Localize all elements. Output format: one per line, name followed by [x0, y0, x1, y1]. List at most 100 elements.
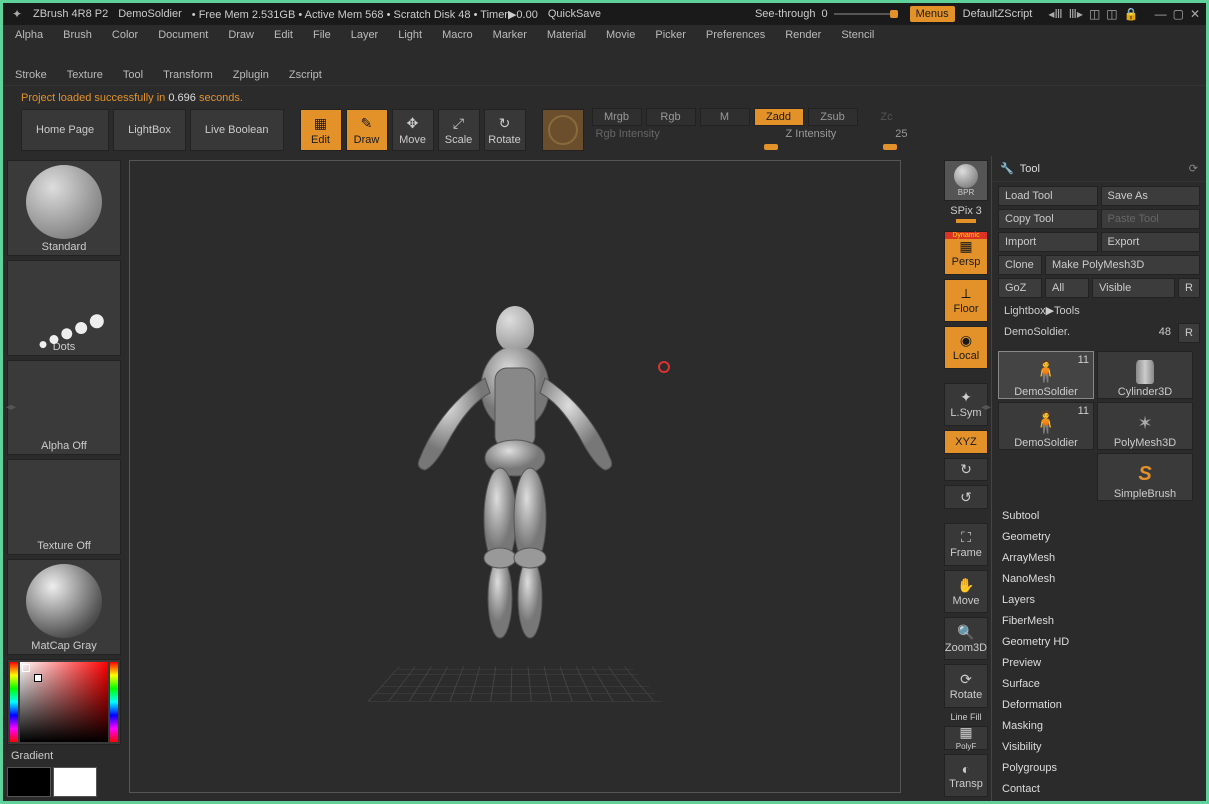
left-tray-toggle-icon[interactable]: ◂▸	[6, 402, 16, 413]
polyframe-button[interactable]: ▦PolyF	[944, 726, 988, 750]
clone-button[interactable]: Clone	[998, 255, 1042, 275]
edit-mode-button[interactable]: ▦Edit	[300, 109, 342, 151]
rotate-canvas-button[interactable]: ⟳Rotate	[944, 664, 988, 707]
dock-left-icon[interactable]: ◫	[1089, 7, 1100, 21]
dock-right-icon[interactable]: ◫	[1106, 7, 1117, 21]
hue-strip[interactable]	[10, 662, 18, 742]
arrows-left-icon[interactable]: ◂Ⅲ	[1048, 7, 1062, 21]
paste-tool-button[interactable]: Paste Tool	[1101, 209, 1201, 229]
section-surface[interactable]: Surface	[998, 677, 1200, 691]
move-canvas-button[interactable]: ✋Move	[944, 570, 988, 613]
transparency-button[interactable]: ◐Transp	[944, 754, 988, 797]
see-through-track[interactable]	[834, 13, 894, 15]
tool-thumb-demosoldier-2[interactable]: 11🧍DemoSoldier	[998, 402, 1094, 450]
rotate-y-icon[interactable]: ↺	[944, 485, 988, 509]
local-button[interactable]: ◉Local	[944, 326, 988, 369]
rgb-button[interactable]: Rgb	[646, 108, 696, 126]
menu-zplugin[interactable]: Zplugin	[233, 69, 269, 81]
arrows-right-icon[interactable]: Ⅲ▸	[1069, 7, 1083, 21]
menu-alpha[interactable]: Alpha	[15, 29, 43, 41]
goz-r-button[interactable]: R	[1178, 278, 1200, 298]
lightbox-tools-link[interactable]: Lightbox▶Tools	[998, 301, 1200, 320]
default-zscript[interactable]: DefaultZScript	[963, 8, 1033, 20]
menu-transform[interactable]: Transform	[163, 69, 213, 81]
xyz-button[interactable]: XYZ	[944, 430, 988, 454]
goz-visible-button[interactable]: Visible	[1092, 278, 1175, 298]
move-mode-button[interactable]: ✥Move	[392, 109, 434, 151]
tool-thumb-simplebrush[interactable]: SSimpleBrush	[1097, 453, 1193, 501]
menu-render[interactable]: Render	[785, 29, 821, 41]
mrgb-button[interactable]: Mrgb	[592, 108, 642, 126]
zoom3d-button[interactable]: 🔍Zoom3D	[944, 617, 988, 660]
menu-tool[interactable]: Tool	[123, 69, 143, 81]
m-button[interactable]: M	[700, 108, 750, 126]
swatch-black[interactable]	[7, 767, 51, 797]
frame-button[interactable]: ⛶Frame	[944, 523, 988, 566]
section-subtool[interactable]: Subtool	[998, 509, 1200, 523]
menu-stroke[interactable]: Stroke	[15, 69, 47, 81]
color-picker[interactable]	[7, 659, 121, 745]
section-geometryhd[interactable]: Geometry HD	[998, 635, 1200, 649]
zsub-button[interactable]: Zsub	[808, 108, 858, 126]
zadd-button[interactable]: Zadd	[754, 108, 804, 126]
section-fibermesh[interactable]: FiberMesh	[998, 614, 1200, 628]
section-deformation[interactable]: Deformation	[998, 698, 1200, 712]
tool-thumb-cylinder[interactable]: Cylinder3D	[1097, 351, 1193, 399]
section-masking[interactable]: Masking	[998, 719, 1200, 733]
zcut-button[interactable]: Zc	[862, 109, 912, 125]
menu-color[interactable]: Color	[112, 29, 138, 41]
quicksave-button[interactable]: QuickSave	[548, 8, 601, 20]
section-arraymesh[interactable]: ArrayMesh	[998, 551, 1200, 565]
bpr-render-button[interactable]: BPR	[944, 160, 988, 201]
menu-layer[interactable]: Layer	[351, 29, 379, 41]
menu-picker[interactable]: Picker	[655, 29, 686, 41]
material-selector[interactable]: MatCap Gray	[7, 559, 121, 655]
menu-macro[interactable]: Macro	[442, 29, 473, 41]
gradient-label[interactable]: Gradient	[7, 749, 121, 763]
save-as-button[interactable]: Save As	[1101, 186, 1201, 206]
live-boolean-button[interactable]: Live Boolean	[190, 109, 284, 151]
alpha-selector[interactable]: Alpha Off	[7, 360, 121, 456]
section-visibility[interactable]: Visibility	[998, 740, 1200, 754]
tool-thumb-demosoldier[interactable]: 11🧍DemoSoldier	[998, 351, 1094, 399]
menu-material[interactable]: Material	[547, 29, 586, 41]
rgb-intensity-slider[interactable]	[592, 142, 778, 152]
stroke-selector[interactable]: Dots	[7, 260, 121, 356]
rotate-x-icon[interactable]: ↻	[944, 458, 988, 482]
minimize-icon[interactable]: —	[1155, 7, 1167, 21]
menu-zscript[interactable]: Zscript	[289, 69, 322, 81]
spix-slider[interactable]: SPix 3	[944, 205, 988, 227]
load-tool-button[interactable]: Load Tool	[998, 186, 1098, 206]
goz-button[interactable]: GoZ	[998, 278, 1042, 298]
viewport-canvas[interactable]	[129, 160, 901, 793]
scale-mode-button[interactable]: ⤢Scale	[438, 109, 480, 151]
section-geometry[interactable]: Geometry	[998, 530, 1200, 544]
menu-stencil[interactable]: Stencil	[841, 29, 874, 41]
floor-button[interactable]: ⟂Floor	[944, 279, 988, 322]
import-button[interactable]: Import	[998, 232, 1098, 252]
section-layers[interactable]: Layers	[998, 593, 1200, 607]
section-nanomesh[interactable]: NanoMesh	[998, 572, 1200, 586]
section-polygroups[interactable]: Polygroups	[998, 761, 1200, 775]
tool-r-button[interactable]: R	[1178, 323, 1200, 343]
rotate-mode-button[interactable]: ↻Rotate	[484, 109, 526, 151]
menu-preferences[interactable]: Preferences	[706, 29, 765, 41]
menu-edit[interactable]: Edit	[274, 29, 293, 41]
swatch-white[interactable]	[53, 767, 97, 797]
menu-brush[interactable]: Brush	[63, 29, 92, 41]
menu-draw[interactable]: Draw	[228, 29, 254, 41]
brush-selector[interactable]: Standard	[7, 160, 121, 256]
see-through-slider[interactable]: See-through 0	[755, 8, 894, 20]
home-page-button[interactable]: Home Page	[21, 109, 109, 151]
export-button[interactable]: Export	[1101, 232, 1201, 252]
close-icon[interactable]: ✕	[1190, 7, 1200, 21]
section-contact[interactable]: Contact	[998, 782, 1200, 796]
menus-button[interactable]: Menus	[910, 6, 955, 22]
lightbox-button[interactable]: LightBox	[113, 109, 186, 151]
tool-thumb-polymesh[interactable]: ✶PolyMesh3D	[1097, 402, 1193, 450]
saturation-field[interactable]	[20, 662, 108, 742]
make-polymesh-button[interactable]: Make PolyMesh3D	[1045, 255, 1200, 275]
goz-all-button[interactable]: All	[1045, 278, 1089, 298]
menu-texture[interactable]: Texture	[67, 69, 103, 81]
maximize-icon[interactable]: ▢	[1173, 7, 1184, 21]
